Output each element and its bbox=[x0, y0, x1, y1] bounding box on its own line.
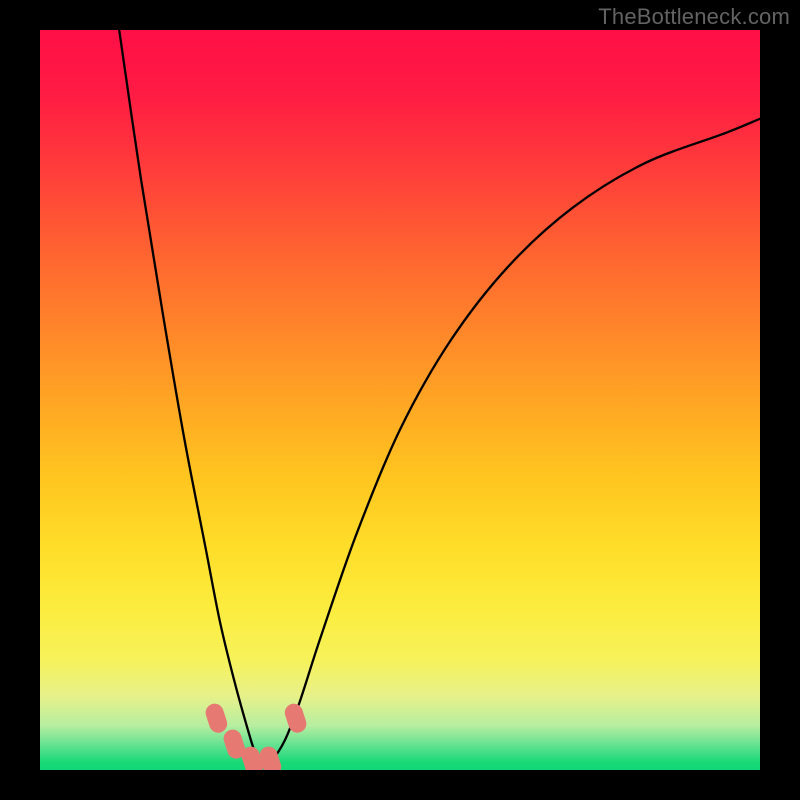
chart-frame: TheBottleneck.com bbox=[0, 0, 800, 800]
bottleneck-curve bbox=[119, 30, 760, 767]
plot-area bbox=[40, 30, 760, 770]
curve-marker bbox=[203, 701, 229, 735]
curve-marker bbox=[282, 701, 308, 735]
chart-svg bbox=[40, 30, 760, 770]
curve-markers bbox=[203, 701, 308, 770]
watermark-text: TheBottleneck.com bbox=[598, 4, 790, 30]
